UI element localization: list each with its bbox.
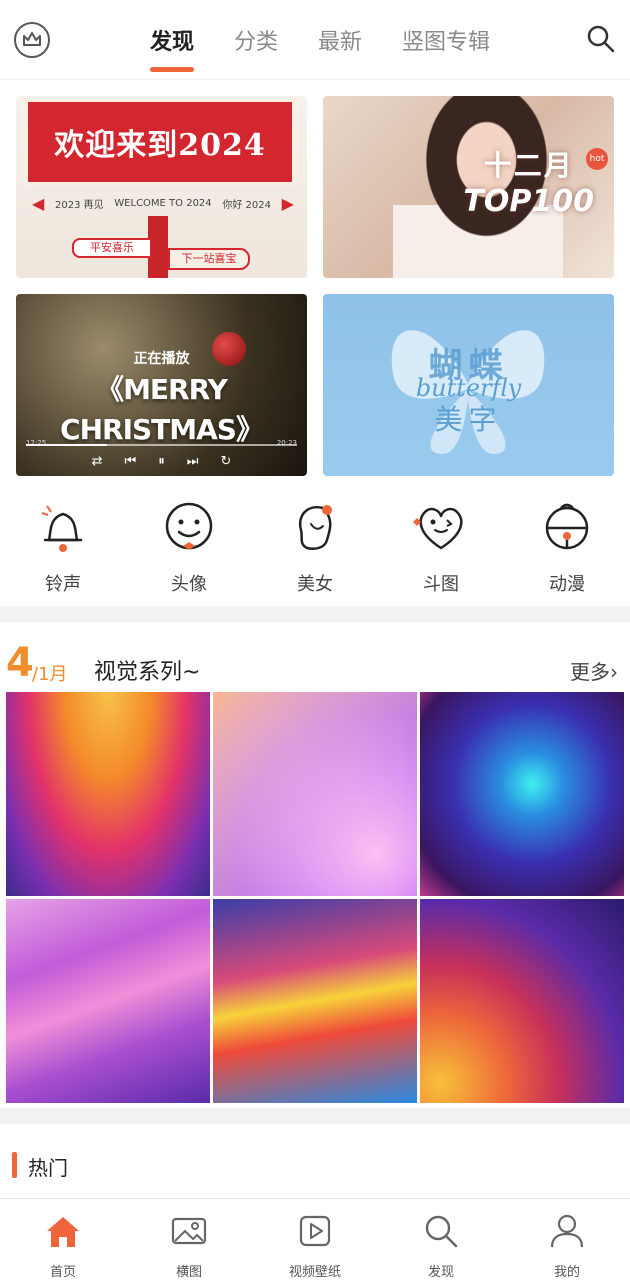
category-label: 动漫: [549, 574, 585, 595]
search-icon[interactable]: [586, 24, 616, 54]
nav-label: 首页: [49, 1265, 76, 1280]
tab-portrait-album[interactable]: 竖图专辑: [402, 24, 490, 66]
category-meme[interactable]: 斗图: [386, 496, 496, 596]
shuffle-icon: ⇄: [91, 454, 103, 469]
welcome-strip: ◀ 2023 再见 WELCOME TO 2024 你好 2024 ▶: [32, 192, 294, 214]
nav-label: 发现: [427, 1265, 454, 1280]
wallpaper-tile[interactable]: [420, 692, 624, 896]
category-anime[interactable]: 动漫: [512, 496, 622, 596]
nav-landscape[interactable]: 横图: [134, 1199, 244, 1280]
app-root: 发现 分类 最新 竖图专辑 欢迎来到2024 ◀ 2023 再见 WELCOME…: [0, 0, 630, 1280]
welcome-year-left: 2023 再见: [54, 199, 104, 211]
category-label: 头像: [171, 574, 207, 595]
sign-left: 平安喜乐: [72, 238, 152, 258]
wallpaper-tile[interactable]: [213, 899, 417, 1103]
next-icon: ⏭: [186, 454, 199, 469]
section-separator: [0, 1108, 630, 1124]
nav-discover[interactable]: 发现: [386, 1199, 496, 1280]
wallpaper-tile[interactable]: [6, 692, 210, 896]
hot-title: 热门: [28, 1156, 68, 1180]
wallpaper-tile[interactable]: [420, 899, 624, 1103]
arrow-left-icon: ◀: [32, 193, 45, 213]
series-month: /1月: [32, 664, 68, 685]
tab-discover[interactable]: 发现: [150, 24, 195, 72]
nav-home[interactable]: 首页: [8, 1199, 118, 1280]
category-avatar[interactable]: 头像: [134, 496, 244, 596]
image-icon: [171, 1217, 207, 1245]
xmas-title: 《MERRY CHRISTMAS》: [60, 373, 264, 446]
category-label: 美女: [297, 574, 333, 595]
wallpaper-grid: [6, 692, 624, 1104]
nav-label: 我的: [553, 1265, 580, 1280]
nav-video-wallpaper[interactable]: 视频壁纸: [260, 1199, 370, 1280]
banner-top100[interactable]: hot 十二月 TOP100: [323, 96, 614, 278]
tab-latest[interactable]: 最新: [318, 24, 362, 66]
welcome-year-right: 你好 2024: [222, 199, 271, 211]
series-day: 4: [6, 640, 34, 686]
heart-face-icon: [413, 507, 463, 550]
arrow-right-icon: ▶: [281, 193, 294, 213]
crown-icon[interactable]: [14, 22, 50, 58]
progress-fill: [26, 444, 108, 446]
category-beauty[interactable]: 美女: [260, 496, 370, 596]
category-row: 铃声 头像 美女 斗图 动漫: [0, 496, 630, 596]
category-label: 斗图: [423, 574, 459, 595]
section-separator: [0, 606, 630, 622]
banner-merry-christmas[interactable]: 正在播放 《MERRY CHRISTMAS》 12:25 20:23 ⇄ ⏮ ⏸…: [16, 294, 307, 476]
search-icon: [425, 1215, 458, 1248]
video-play-icon: [299, 1215, 331, 1247]
more-link[interactable]: 更多›: [570, 656, 618, 685]
player-controls: ⇄ ⏮ ⏸ ⏭ ↻: [16, 454, 307, 469]
nav-label: 横图: [175, 1265, 202, 1280]
girl-profile-icon: [298, 505, 332, 550]
progress-bar: [26, 444, 297, 446]
nav-label: 视频壁纸: [288, 1265, 341, 1280]
pause-icon: ⏸: [158, 454, 165, 469]
wallpaper-tile[interactable]: [6, 899, 210, 1103]
banner-welcome-2024[interactable]: 欢迎来到2024 ◀ 2023 再见 WELCOME TO 2024 你好 20…: [16, 96, 307, 278]
series-title: 视觉系列~: [94, 660, 201, 685]
sign-right: 下一站喜宝: [168, 248, 250, 270]
top100-line2: TOP100: [463, 184, 594, 219]
hot-accent-bar: [12, 1152, 17, 1178]
repeat-icon: ↻: [220, 454, 232, 469]
smiley-face-icon: [165, 502, 213, 550]
banner-butterfly[interactable]: 蝴蝶 butterfly 美字: [323, 294, 614, 476]
butterfly-line2: 美字: [434, 403, 503, 436]
category-ringtone[interactable]: 铃声: [8, 496, 118, 596]
welcome-middle: WELCOME TO 2024: [114, 197, 212, 209]
home-icon: [47, 1217, 79, 1247]
top100-title: 十二月 TOP100: [463, 144, 594, 219]
series-header: 4 /1月 视觉系列~ 更多›: [0, 640, 630, 690]
welcome-board: 欢迎来到2024: [24, 98, 296, 186]
tab-category[interactable]: 分类: [234, 24, 278, 66]
now-playing-label: 正在播放: [133, 351, 190, 367]
banner-grid: 欢迎来到2024 ◀ 2023 再见 WELCOME TO 2024 你好 20…: [16, 96, 614, 476]
hot-section: 热门: [0, 1140, 630, 1190]
prev-icon: ⏮: [124, 454, 137, 469]
user-icon: [550, 1214, 584, 1248]
top-tabs: 发现 分类 最新 竖图专辑: [150, 24, 490, 72]
wallpaper-tile[interactable]: [213, 692, 417, 896]
category-label: 铃声: [45, 574, 81, 595]
anime-bell-icon: [545, 503, 589, 550]
bell-icon: [41, 505, 83, 552]
nav-mine[interactable]: 我的: [512, 1199, 622, 1280]
bottom-nav: 首页 横图 视频壁纸 发现 我的: [0, 1198, 630, 1280]
top100-line1: 十二月: [483, 149, 574, 182]
top-bar: 发现 分类 最新 竖图专辑: [0, 0, 630, 80]
